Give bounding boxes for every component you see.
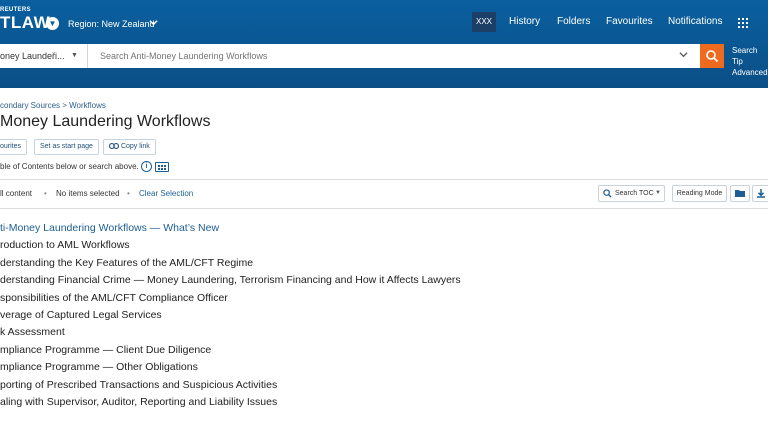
keyboard-icon[interactable] xyxy=(155,162,169,172)
link-icon xyxy=(109,143,119,149)
toc-item[interactable]: aling with Supervisor, Auditor, Reportin… xyxy=(0,396,461,413)
search-bar: oney Laundeři... ▼ Search Tip Advanced xyxy=(0,44,768,77)
set-start-page-button[interactable]: Set as start page xyxy=(34,139,99,155)
region-selector[interactable]: Region: New Zealand xyxy=(68,19,155,29)
apps-grid-icon[interactable] xyxy=(738,18,748,28)
download-icon xyxy=(757,189,765,198)
reading-mode-button[interactable]: Reading Mode xyxy=(672,185,727,202)
product-switcher-icon[interactable]: ▼ xyxy=(46,17,59,30)
toc-item-whats-new[interactable]: ti-Money Laundering Workflows — What’s N… xyxy=(0,222,461,239)
chevron-down-icon[interactable] xyxy=(679,44,688,68)
folder-icon xyxy=(735,190,745,197)
download-button[interactable] xyxy=(752,185,768,202)
folder-button[interactable] xyxy=(730,185,750,202)
toc-item[interactable]: roduction to AML Workflows xyxy=(0,239,461,256)
nav-history[interactable]: History xyxy=(509,16,540,27)
separator-dot: • xyxy=(127,189,130,198)
toc-list: ti-Money Laundering Workflows — What’s N… xyxy=(0,222,461,413)
brand-logo[interactable]: TLAW xyxy=(0,13,50,33)
search-toc-label: Search TOC xyxy=(615,190,654,197)
clear-selection-link[interactable]: Clear Selection xyxy=(139,189,193,198)
toc-item[interactable]: derstanding the Key Features of the AML/… xyxy=(0,257,461,274)
breadcrumb[interactable]: condary Sources > Workflows xyxy=(0,101,106,110)
select-all-content[interactable]: ll content xyxy=(0,189,32,198)
toc-item[interactable]: porting of Prescribed Transactions and S… xyxy=(0,379,461,396)
favourites-button[interactable]: ourites xyxy=(0,139,28,155)
page-title: Money Laundering Workflows xyxy=(0,113,211,130)
selection-count: No items selected xyxy=(56,189,120,198)
search-toc-button[interactable]: Search TOC ▼ xyxy=(598,185,665,202)
top-header: REUTERS TLAW ▼ Region: New Zealand XXX H… xyxy=(0,0,768,88)
toc-item[interactable]: verage of Captured Legal Services xyxy=(0,309,461,326)
copy-link-button[interactable]: Copy link xyxy=(103,139,156,155)
nav-user-xxx[interactable]: XXX xyxy=(472,12,496,32)
search-tips-link[interactable]: Search Tip Advanced xyxy=(732,45,768,78)
copy-link-label: Copy link xyxy=(120,143,150,150)
info-icon[interactable]: i xyxy=(141,161,152,172)
separator-dot: • xyxy=(44,189,47,198)
toc-item[interactable]: derstanding Financial Crime — Money Laun… xyxy=(0,274,461,291)
divider xyxy=(0,179,768,180)
nav-notifications[interactable]: Notifications xyxy=(668,16,722,27)
advanced-search-label[interactable]: Advanced xyxy=(732,67,768,78)
caret-down-icon[interactable]: ▼ xyxy=(71,44,78,68)
search-input[interactable] xyxy=(88,44,700,68)
search-icon xyxy=(603,189,612,198)
toc-item[interactable]: mpliance Programme — Client Due Diligenc… xyxy=(0,344,461,361)
search-icon xyxy=(706,50,719,63)
nav-folders[interactable]: Folders xyxy=(557,16,590,27)
chevron-down-icon[interactable] xyxy=(149,18,158,29)
toc-hint: ble of Contents below or search above. xyxy=(0,162,139,171)
toc-item[interactable]: k Assessment xyxy=(0,326,461,343)
toc-item[interactable]: mpliance Programme — Other Obligations xyxy=(0,361,461,378)
divider xyxy=(0,208,768,209)
toc-item[interactable]: sponsibilities of the AML/CFT Compliance… xyxy=(0,292,461,309)
search-tips-label[interactable]: Search Tip xyxy=(732,45,768,67)
caret-down-icon: ▼ xyxy=(655,190,661,196)
nav-favourites[interactable]: Favourites xyxy=(606,16,653,27)
search-button[interactable] xyxy=(700,44,724,68)
